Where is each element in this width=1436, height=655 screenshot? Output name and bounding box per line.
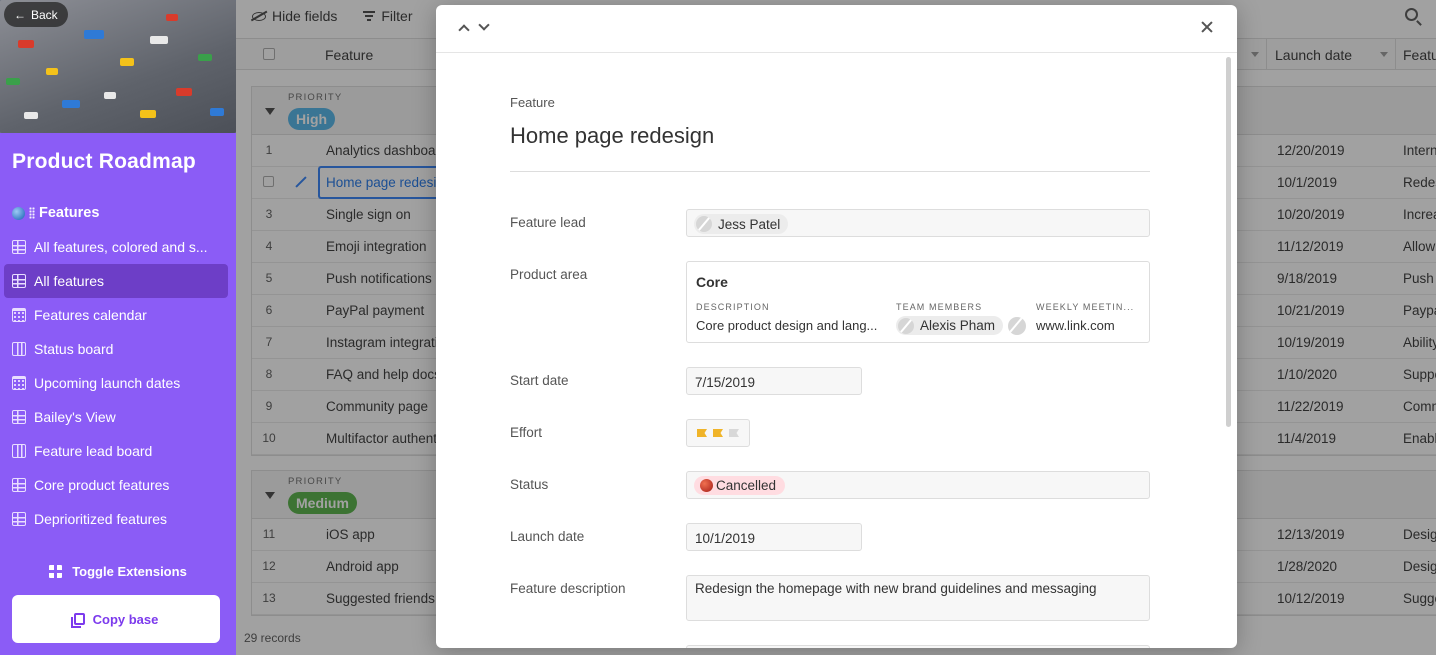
grid-icon (12, 512, 26, 526)
flag-icon[interactable] (713, 429, 723, 437)
sidebar-item-status-board[interactable]: Status board (4, 332, 228, 366)
sidebar-item-label: Upcoming launch dates (34, 375, 181, 391)
sidebar-section-label: Features (38, 205, 100, 221)
status-field[interactable]: Cancelled (686, 471, 1150, 499)
user-chip-name: Jess Patel (718, 216, 781, 232)
record-title[interactable]: Home page redesign (510, 123, 714, 149)
flag-icon[interactable] (729, 429, 739, 437)
sidebar-section-features[interactable]: Features (4, 196, 228, 230)
avatar (898, 318, 914, 334)
field-label-product-area: Product area (510, 267, 588, 282)
field-label-status: Status (510, 477, 549, 492)
status-value: Cancelled (716, 478, 777, 493)
sidebar-item-label: Bailey's View (34, 409, 116, 425)
field-label-feature-lead: Feature lead (510, 215, 586, 230)
user-chip: Alexis Pham (896, 316, 1004, 335)
toggle-extensions-button[interactable]: Toggle Extensions (0, 556, 236, 586)
status-badge: Cancelled (694, 476, 786, 495)
copy-base-label: Copy base (92, 611, 159, 627)
avatar (696, 216, 712, 232)
divider (510, 171, 1150, 172)
grid-icon (12, 478, 26, 492)
linked-field-header: DESCRIPTION (696, 302, 770, 312)
sidebar-item-label: Feature lead board (34, 443, 153, 459)
user-chip: Jess Patel (694, 214, 789, 234)
close-icon[interactable] (1200, 20, 1214, 34)
linked-record-title: Core (696, 274, 728, 290)
copy-icon (70, 613, 85, 628)
sidebar-item-baileys-view[interactable]: Bailey's View (4, 400, 228, 434)
extensions-icon (49, 564, 63, 578)
launch-date-value: 10/1/2019 (695, 531, 756, 546)
kanban-icon (12, 444, 26, 458)
avatar (1008, 317, 1026, 335)
sidebar-item-label: Deprioritized features (34, 511, 168, 527)
field-label-start-date: Start date (510, 373, 569, 388)
app-title: Product Roadmap (12, 150, 196, 173)
sidebar-item-label: All features (34, 273, 105, 289)
sidebar-item-deprioritized-features[interactable]: Deprioritized features (4, 502, 228, 536)
sidebar-item-label: Status board (34, 341, 114, 357)
product-area-linked-record[interactable]: Core DESCRIPTION Core product design and… (686, 261, 1150, 343)
field-label-launch-date: Launch date (510, 529, 585, 544)
feature-lead-field[interactable]: Jess Patel (686, 209, 1150, 237)
grid-icon (12, 274, 26, 288)
sidebar-item-label: Features calendar (34, 307, 147, 323)
start-date-field[interactable]: 7/15/2019 (686, 367, 862, 395)
sidebar-nav: Features All features, colored and s... … (4, 196, 228, 536)
chevron-down-icon[interactable] (478, 19, 490, 31)
field-label-feature-description: Feature description (510, 581, 626, 596)
sidebar-item-all-features[interactable]: All features (4, 264, 228, 298)
back-button[interactable]: ← Back (4, 2, 68, 27)
sidebar-item-label: All features, colored and s... (34, 239, 208, 255)
flag-icon[interactable] (697, 429, 707, 437)
sidebar-item-upcoming-launch-dates[interactable]: Upcoming launch dates (4, 366, 228, 400)
modal-scrollbar[interactable] (1226, 57, 1231, 427)
copy-base-button[interactable]: Copy base (12, 595, 220, 643)
back-label: Back (31, 7, 58, 22)
linked-field-header: TEAM MEMBERS (896, 302, 983, 312)
red-circle-icon (700, 479, 713, 492)
linked-field-value: www.link.com (1036, 318, 1115, 333)
next-field[interactable] (686, 645, 1150, 648)
record-table-label: Feature (510, 95, 555, 110)
effort-rating-field[interactable] (686, 419, 750, 447)
arrow-left-icon: ← (14, 7, 26, 22)
sidebar: ← Back Product Roadmap Features All feat… (0, 0, 236, 655)
toggle-extensions-label: Toggle Extensions (72, 563, 187, 579)
grid-icon (12, 410, 26, 424)
launch-date-field[interactable]: 10/1/2019 (686, 523, 862, 551)
globe-icon (12, 206, 25, 220)
modal-header (436, 5, 1237, 53)
chevron-up-icon[interactable] (458, 24, 470, 36)
linked-field-header: WEEKLY MEETIN... (1036, 302, 1135, 312)
sidebar-item-core-product-features[interactable]: Core product features (4, 468, 228, 502)
sidebar-item-features-calendar[interactable]: Features calendar (4, 298, 228, 332)
sidebar-item-all-features-colored[interactable]: All features, colored and s... (4, 230, 228, 264)
calendar-icon (12, 376, 26, 390)
drag-handle-icon (29, 207, 35, 219)
feature-description-field[interactable]: Redesign the homepage with new brand gui… (686, 575, 1150, 621)
start-date-value: 7/15/2019 (695, 375, 756, 390)
expanded-record-modal: Feature Home page redesign Feature lead … (436, 5, 1237, 648)
sidebar-item-feature-lead-board[interactable]: Feature lead board (4, 434, 228, 468)
kanban-icon (12, 342, 26, 356)
calendar-icon (12, 308, 26, 322)
grid-icon (12, 240, 26, 254)
user-chip-name: Alexis Pham (920, 318, 996, 333)
feature-description-value: Redesign the homepage with new brand gui… (695, 581, 1097, 596)
field-label-effort: Effort (510, 425, 543, 440)
linked-field-value: Core product design and lang... (696, 318, 878, 333)
sidebar-item-label: Core product features (34, 477, 170, 493)
